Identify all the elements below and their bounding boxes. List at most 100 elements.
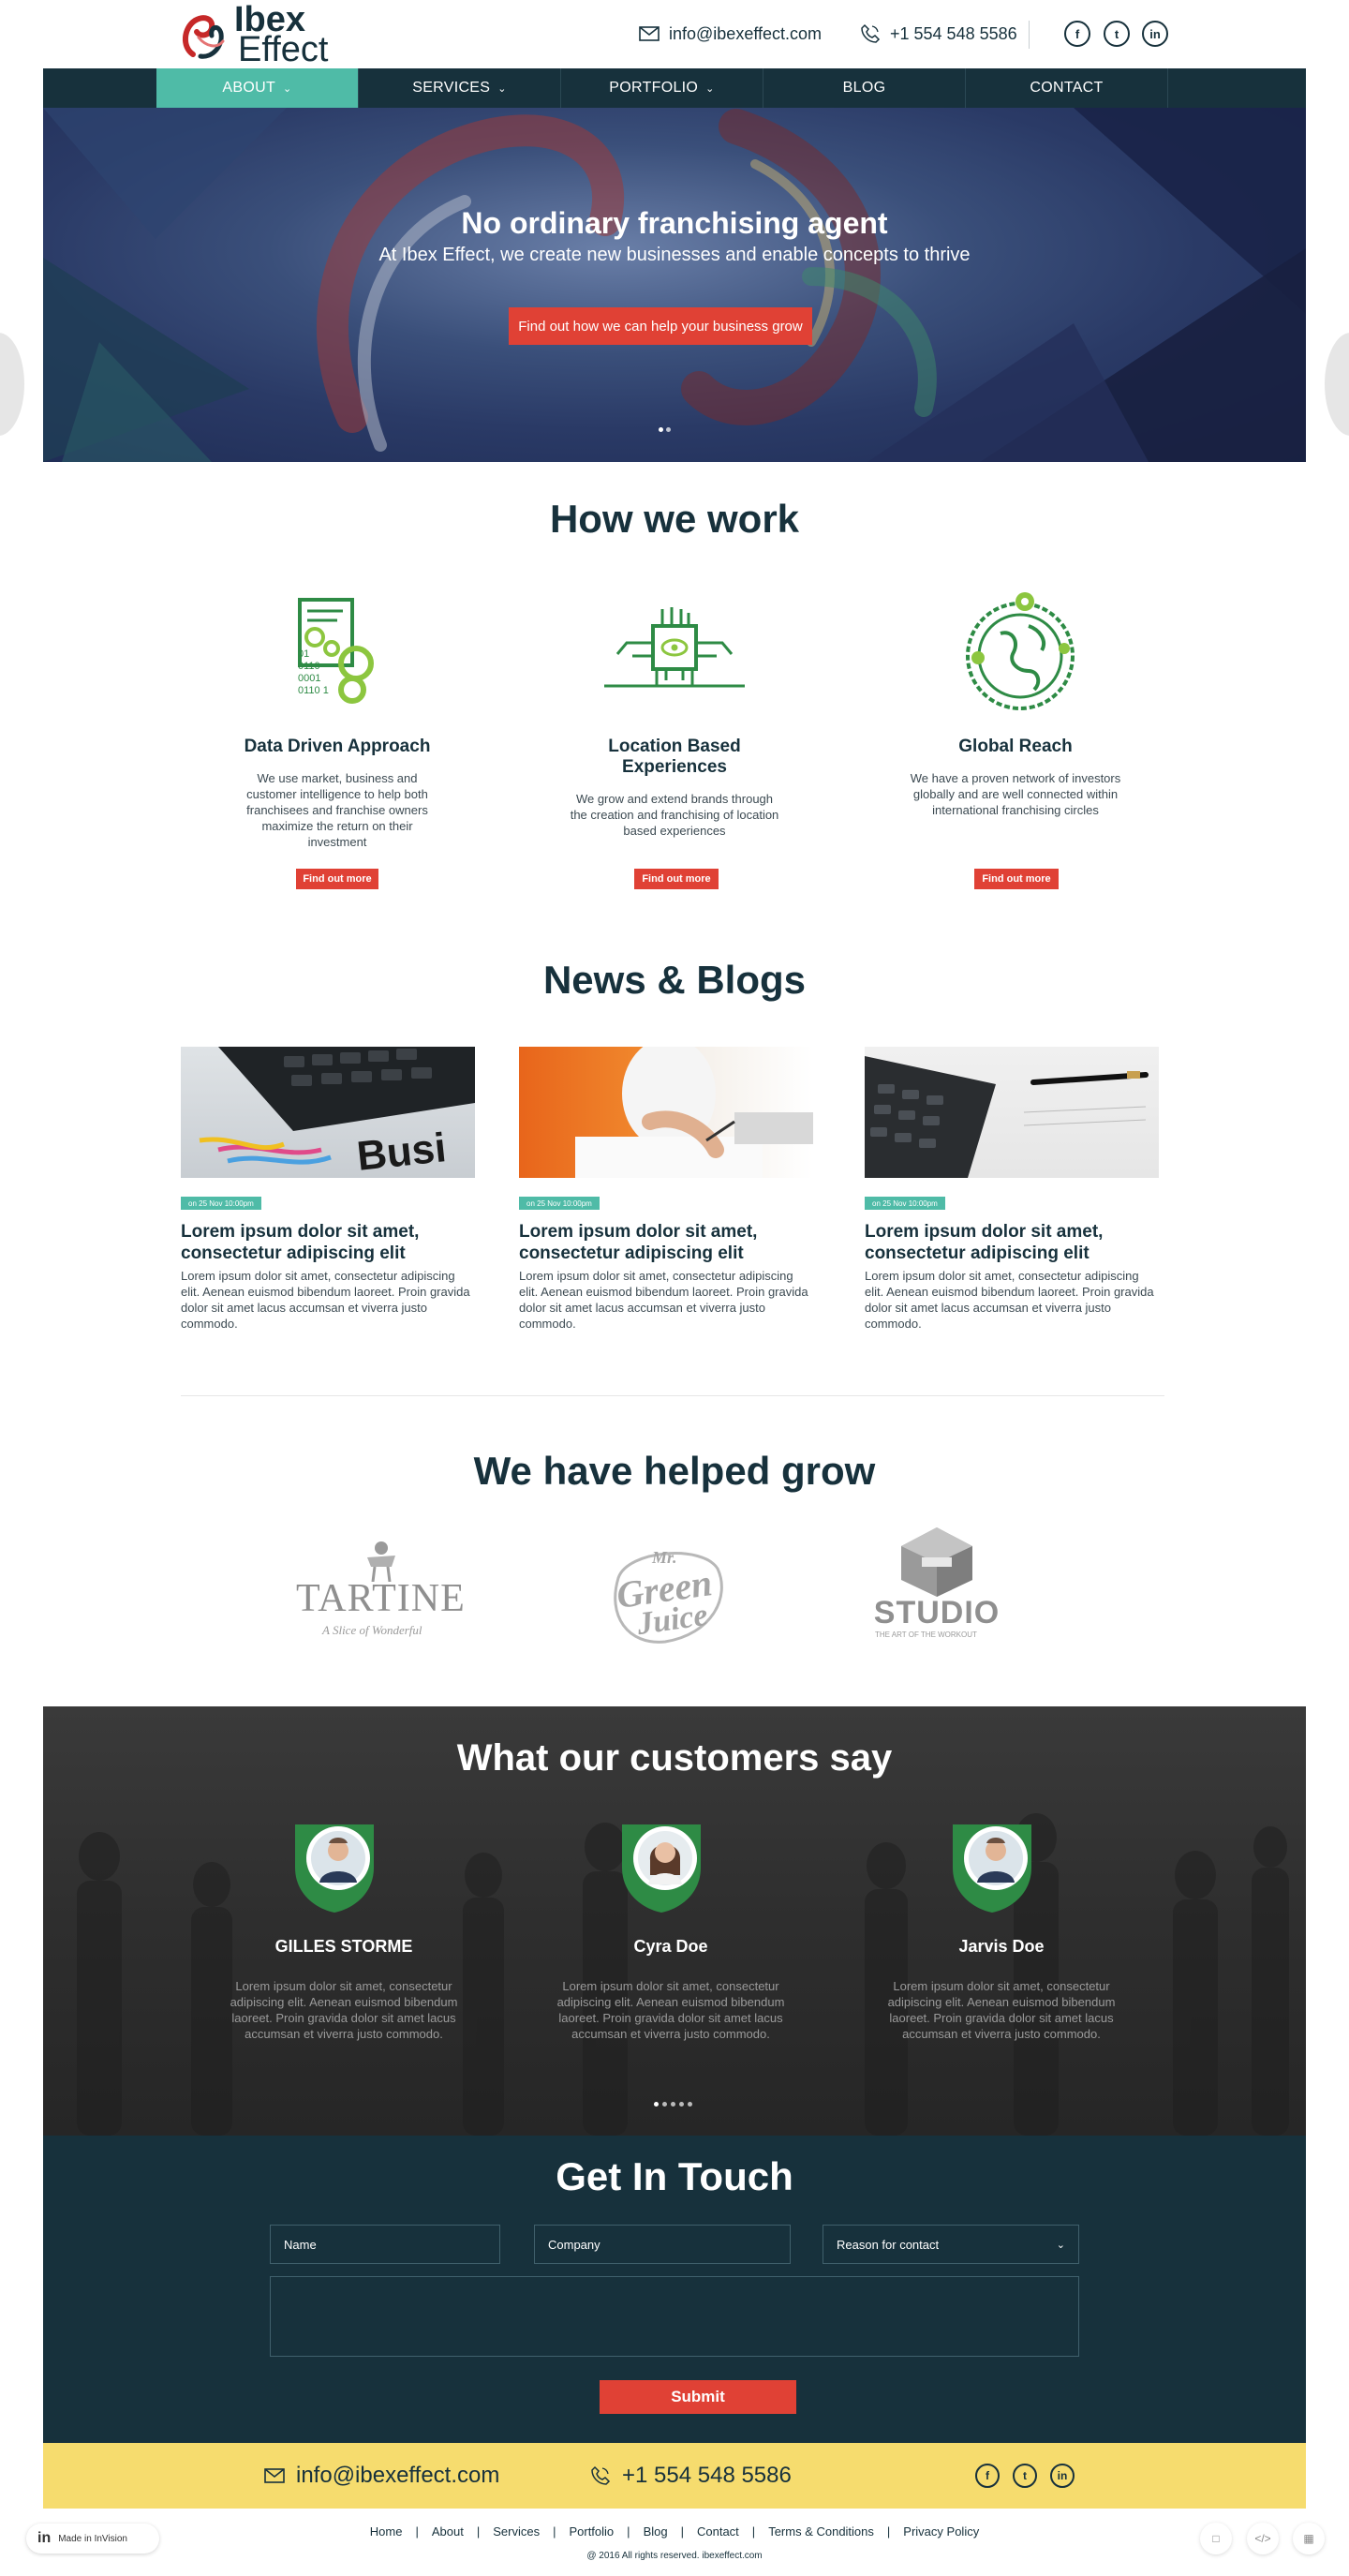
work-item-text: We have a proven network of investors gl… [910, 771, 1121, 817]
footer-link-about[interactable]: About [432, 2524, 464, 2539]
footer-separator: | [751, 2524, 756, 2539]
header-divider [1029, 21, 1030, 49]
header-phone-text: +1 554 548 5586 [890, 23, 1017, 43]
work-item-global: Global Reach We have a proven network of… [903, 737, 1128, 818]
client-logo-green-juice[interactable]: Mr. Green Juice [600, 1541, 736, 1649]
hero-cta-button[interactable]: Find out how we can help your business g… [509, 307, 812, 345]
nav-item-services[interactable]: SERVICES ⌄ [359, 68, 561, 108]
header-email[interactable]: info@ibexeffect.com [639, 22, 822, 45]
testimonial-slide-dot[interactable] [662, 2102, 667, 2107]
nav-item-contact[interactable]: CONTACT [966, 68, 1168, 108]
testimonials-section: What our customers say GILLES STORME Lor… [43, 1706, 1306, 2136]
find-out-more-button[interactable]: Find out more [974, 869, 1059, 889]
testimonial-slide-dot[interactable] [654, 2102, 659, 2107]
footer-separator: | [476, 2524, 481, 2539]
facebook-icon[interactable]: f [1064, 21, 1090, 47]
footer-separator: | [680, 2524, 684, 2539]
blog-image-writing[interactable] [519, 1047, 813, 1178]
footer-link-home[interactable]: Home [370, 2524, 403, 2539]
chevron-down-icon: ⌄ [1056, 2239, 1065, 2251]
footer-link-contact[interactable]: Contact [697, 2524, 739, 2539]
news-title: News & Blogs [542, 958, 807, 1002]
linkedin-icon[interactable]: in [1142, 21, 1168, 47]
work-item-heading: Data Driven Approach [244, 737, 431, 756]
footer-email[interactable]: info@ibexeffect.com [264, 2460, 499, 2492]
reason-select[interactable]: Reason for contact ⌄ [823, 2225, 1079, 2264]
client-logo-studio[interactable]: STUDIO THE ART OF THE WORKOUT [871, 1526, 1002, 1647]
submit-button[interactable]: Submit [600, 2380, 796, 2414]
footer-email-text: info@ibexeffect.com [296, 2463, 500, 2488]
blog-image-calculator[interactable]: Busi [181, 1047, 475, 1178]
blog-post-title[interactable]: Lorem ipsum dolor sit amet, consectetur … [519, 1221, 813, 1264]
pen-calculator-image [865, 1056, 1149, 1178]
blog-date-badge: on 25 Nov 10:00pm [519, 1197, 600, 1210]
studio-wordmark: STUDIO [873, 1595, 1001, 1630]
blog-post-title[interactable]: Lorem ipsum dolor sit amet, consectetur … [181, 1221, 475, 1264]
message-textarea[interactable] [270, 2276, 1079, 2357]
how-we-work-title: How we work [549, 497, 800, 541]
client-logo-tartine[interactable]: TARTINE A Slice of Wonderful [296, 1539, 466, 1642]
copyright-text: @ 2016 All rights reserved. ibexeffect.c… [586, 2551, 763, 2561]
testimonial-slide-dot[interactable] [688, 2102, 692, 2107]
envelope-icon [639, 26, 660, 41]
avatar-gilles [295, 1824, 374, 1913]
footer-link-privacy[interactable]: Privacy Policy [903, 2524, 979, 2539]
testimonials-title: What our customers say [456, 1737, 893, 1779]
clients-title: We have helped grow [473, 1449, 876, 1493]
testimonial-slide-dot[interactable] [679, 2102, 684, 2107]
nav-item-blog-label: BLOG [842, 80, 886, 96]
comment-icon[interactable]: □ [1200, 2523, 1232, 2554]
testimonial-name: Cyra Doe [633, 1937, 708, 1956]
main-nav: ABOUT ⌄ SERVICES ⌄ PORTFOLIO ⌄ BLOG CONTACT [43, 68, 1306, 108]
contact-title: Get In Touch [556, 2154, 793, 2198]
footer-phone[interactable]: +1 554 548 5586 [590, 2460, 792, 2492]
header-phone[interactable]: +1 554 548 5586 [860, 22, 1017, 45]
tartine-tagline: A Slice of Wonderful [322, 1623, 422, 1637]
footer-link-services[interactable]: Services [493, 2524, 540, 2539]
twitter-icon[interactable]: t [1104, 21, 1130, 47]
logo-mark-icon [183, 15, 225, 59]
footer-link-terms[interactable]: Terms & Conditions [768, 2524, 874, 2539]
footer-link-blog[interactable]: Blog [644, 2524, 668, 2539]
footer-links: Home | About | Services | Portfolio | Blog | … [0, 2524, 1349, 2539]
twitter-icon[interactable]: t [1013, 2464, 1037, 2488]
linkedin-icon[interactable]: in [1050, 2464, 1075, 2488]
footer-link-portfolio[interactable]: Portfolio [569, 2524, 614, 2539]
hero-slide-dot[interactable] [659, 427, 663, 432]
hero-next-arrow[interactable] [1325, 333, 1349, 436]
find-out-more-button[interactable]: Find out more [634, 869, 719, 889]
reason-select-value: Reason for contact [837, 2237, 940, 2252]
hero-slide-dot[interactable] [666, 427, 671, 432]
grid-icon[interactable]: ▦ [1293, 2523, 1325, 2554]
nav-item-portfolio[interactable]: PORTFOLIO ⌄ [561, 68, 763, 108]
nav-item-contact-label: CONTACT [1030, 80, 1104, 96]
footer-separator: | [415, 2524, 419, 2539]
find-out-more-button[interactable]: Find out more [296, 869, 378, 889]
work-item-text: We use market, business and customer int… [246, 771, 428, 849]
facebook-icon[interactable]: f [975, 2464, 1000, 2488]
blog-image-word: Busi [354, 1124, 449, 1178]
testimonial-text: Lorem ipsum dolor sit amet, consectetur … [230, 1979, 458, 2041]
contact-section: Get In Touch Name Company Reason for con… [43, 2136, 1306, 2443]
tartine-wordmark: TARTINE [296, 1577, 466, 1620]
contact-bar: info@ibexeffect.com +1 554 548 5586 f t … [43, 2443, 1306, 2509]
testimonial-name: Jarvis Doe [958, 1937, 1045, 1956]
studio-cube-icon [901, 1527, 972, 1597]
blog-post-title[interactable]: Lorem ipsum dolor sit amet, consectetur … [865, 1221, 1159, 1264]
avatar-jarvis [953, 1824, 1031, 1913]
nav-item-portfolio-label: PORTFOLIO [609, 80, 699, 96]
name-field[interactable]: Name [270, 2225, 500, 2264]
header-email-text: info@ibexeffect.com [669, 23, 823, 43]
hero-prev-arrow[interactable] [0, 333, 24, 436]
made-in-invision-badge[interactable]: in Made in InVision [26, 2524, 159, 2554]
testimonial-slide-dot[interactable] [671, 2102, 675, 2107]
code-icon[interactable]: </> [1247, 2523, 1279, 2554]
site-logo[interactable]: Ibex Effect [180, 2, 328, 67]
company-field[interactable]: Company [534, 2225, 791, 2264]
blog-image-pen[interactable] [865, 1047, 1159, 1178]
avatar-cyra [622, 1824, 701, 1913]
invision-logo-icon: in [37, 2530, 52, 2546]
nav-item-blog[interactable]: BLOG [763, 68, 966, 108]
nav-item-about[interactable]: ABOUT ⌄ [156, 68, 359, 108]
work-item-heading: Global Reach [958, 737, 1073, 756]
